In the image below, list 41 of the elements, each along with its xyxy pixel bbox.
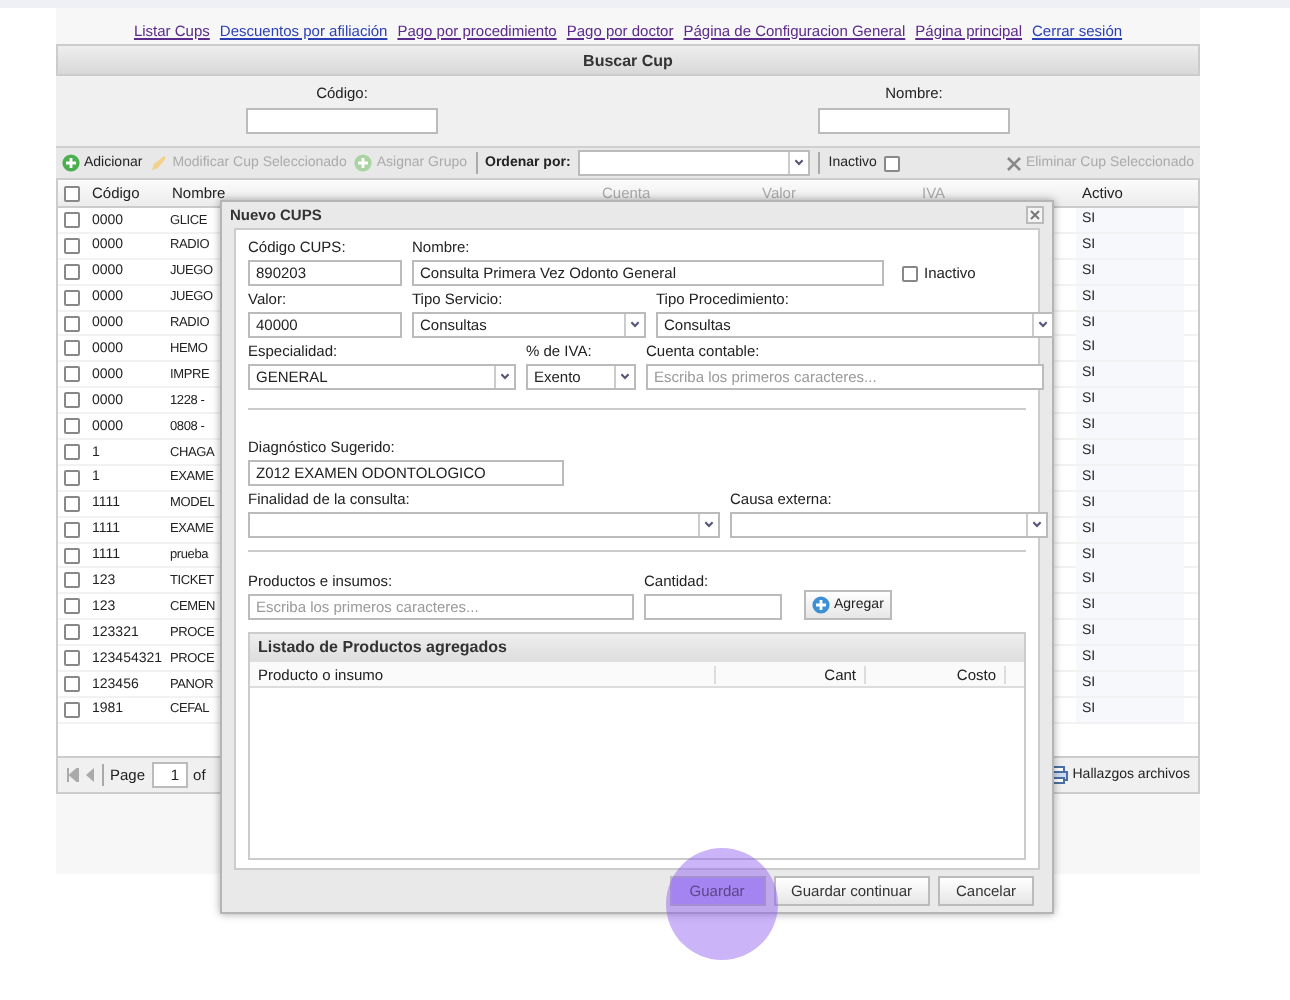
row-checkbox[interactable] (64, 315, 80, 332)
plus-icon (354, 154, 373, 172)
plus-icon (62, 154, 80, 172)
close-icon[interactable] (1026, 206, 1044, 224)
row-checkbox[interactable] (64, 263, 80, 280)
row-checkbox[interactable] (64, 624, 80, 641)
row-checkbox[interactable] (64, 418, 80, 435)
row-checkbox[interactable] (64, 572, 80, 589)
pencil-icon (150, 154, 169, 172)
row-checkbox[interactable] (64, 469, 80, 486)
close-icon (1005, 155, 1022, 171)
row-checkbox[interactable] (64, 598, 80, 615)
search-field[interactable] (246, 108, 438, 134)
first-page-icon[interactable] (66, 768, 80, 782)
row-checkbox[interactable] (64, 340, 80, 357)
row-checkbox[interactable] (64, 547, 80, 564)
header-checkbox[interactable] (64, 185, 80, 201)
list-title: Listado de Productos agregados (250, 634, 1024, 662)
row-checkbox[interactable] (64, 444, 80, 461)
row-checkbox[interactable] (64, 366, 80, 383)
purpose-select[interactable] (248, 512, 720, 538)
row-checkbox[interactable] (64, 392, 80, 409)
plus-icon (812, 596, 830, 614)
caret-icon (624, 314, 644, 336)
caret-icon (614, 366, 634, 388)
row-checkbox[interactable] (64, 521, 80, 538)
row-checkbox[interactable] (64, 650, 80, 667)
row-checkbox[interactable] (64, 701, 80, 718)
panel-title: Buscar Cup (56, 44, 1200, 76)
search-field[interactable] (818, 108, 1010, 134)
row-checkbox[interactable] (64, 495, 80, 512)
external-cause-select[interactable] (730, 512, 1048, 538)
caret-icon (698, 514, 718, 536)
sort-select[interactable] (578, 150, 811, 176)
row-checkbox[interactable] (64, 212, 80, 228)
previous-page-icon[interactable] (86, 768, 96, 782)
row-checkbox[interactable] (64, 676, 80, 693)
quantity-field[interactable] (644, 594, 782, 620)
caret-icon (494, 366, 514, 388)
row-checkbox[interactable] (64, 237, 80, 254)
row-checkbox[interactable] (64, 289, 80, 306)
